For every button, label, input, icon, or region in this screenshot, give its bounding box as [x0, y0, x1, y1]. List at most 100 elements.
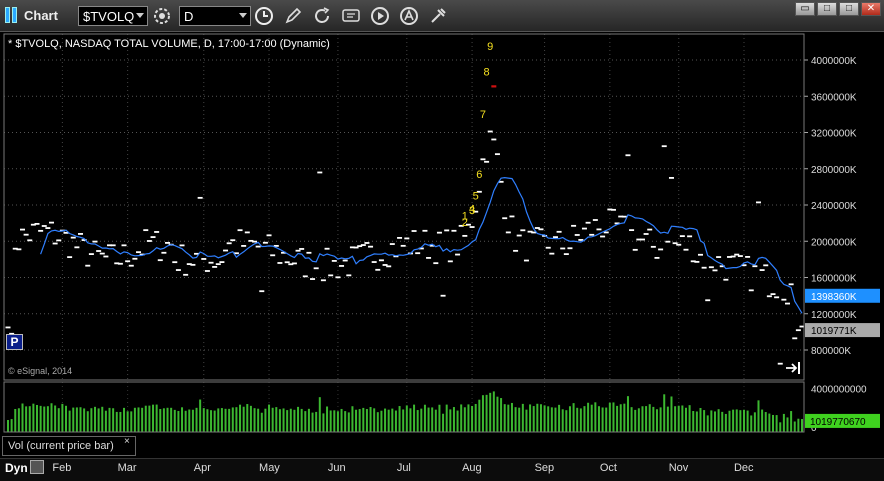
volume-bar	[630, 407, 633, 432]
go-to-end-icon[interactable]	[785, 361, 803, 375]
data-point	[647, 228, 653, 231]
volume-bar	[90, 408, 93, 432]
data-point	[313, 267, 319, 270]
wave-label: 2	[462, 217, 468, 229]
data-point	[759, 269, 765, 271]
volume-bar	[471, 405, 474, 432]
volume-bar	[801, 419, 803, 432]
volume-bar	[173, 409, 176, 432]
volume-bar	[275, 407, 278, 432]
volume-bar	[797, 418, 800, 432]
volume-bar	[68, 410, 71, 432]
volume-bar	[322, 413, 325, 432]
volume-bar	[152, 404, 155, 432]
volume-bar	[597, 406, 600, 432]
volume-bar	[674, 406, 677, 432]
data-point	[41, 225, 47, 227]
volume-bar	[489, 392, 492, 432]
volume-bar	[231, 407, 234, 432]
volume-bar	[264, 408, 267, 432]
volume-bars	[7, 391, 803, 432]
volume-bar	[65, 405, 68, 432]
data-point	[502, 217, 508, 220]
data-point	[596, 228, 602, 231]
price-tag-label: 1398360K	[811, 292, 857, 303]
volume-bar	[297, 406, 300, 432]
data-point	[687, 235, 693, 238]
volume-bar	[510, 402, 513, 432]
data-point	[88, 253, 94, 256]
data-point	[705, 299, 711, 302]
volume-bar	[645, 406, 648, 432]
volume-bar	[133, 407, 136, 432]
data-point	[708, 266, 714, 269]
data-point	[545, 246, 551, 249]
data-point	[237, 229, 243, 232]
data-point	[16, 248, 22, 251]
volume-bar	[699, 407, 702, 432]
volume-bar	[670, 396, 673, 432]
data-point	[571, 224, 577, 227]
volume-bar	[735, 409, 738, 432]
data-point	[712, 269, 718, 272]
volume-study-label: Vol (current price bar)	[8, 440, 114, 452]
data-point	[505, 231, 511, 234]
data-point	[38, 229, 44, 232]
volume-bar	[307, 408, 310, 432]
volume-bar	[706, 415, 709, 432]
data-point	[335, 276, 341, 279]
volume-bar	[550, 407, 553, 432]
volume-bar	[452, 407, 455, 432]
volume-bar	[119, 411, 122, 432]
volume-bar	[561, 409, 564, 432]
data-point	[639, 238, 645, 241]
data-point	[252, 240, 258, 243]
magnifier-icon[interactable]	[30, 460, 44, 474]
volume-bar	[713, 411, 716, 432]
price-chart[interactable]: 123456789 4000000K3600000K3200000K280000…	[0, 0, 884, 481]
volume-bar	[576, 407, 579, 432]
volume-bar	[358, 409, 361, 432]
data-point	[455, 253, 461, 256]
data-point	[67, 256, 73, 259]
data-point	[404, 237, 410, 240]
volume-study-tab[interactable]: Vol (current price bar)	[2, 436, 136, 456]
data-point	[766, 295, 772, 298]
data-point	[774, 296, 780, 299]
volume-bar	[355, 409, 358, 432]
month-label: Oct	[599, 462, 617, 474]
volume-bar	[36, 404, 39, 432]
volume-bar	[496, 396, 499, 432]
data-point	[509, 215, 515, 218]
volume-bar	[43, 406, 46, 432]
volume-bar	[235, 407, 238, 432]
data-point	[179, 244, 185, 247]
volume-bar	[782, 413, 785, 432]
chart-header: * $TVOLQ, NASDAQ TOTAL VOLUME, D, 17:00-…	[8, 38, 330, 50]
data-point	[146, 240, 152, 242]
volume-bar	[253, 408, 256, 432]
volume-bar	[387, 409, 390, 432]
data-point	[34, 222, 40, 225]
dynamic-mode-label[interactable]: Dyn	[5, 461, 28, 475]
volume-bar	[761, 409, 764, 432]
axis-tick-label: 2000000K	[811, 237, 857, 248]
volume-bar	[166, 407, 169, 432]
data-point	[197, 196, 203, 199]
data-point	[480, 158, 486, 161]
volume-bar	[54, 405, 57, 432]
data-point	[215, 263, 221, 266]
volume-bar	[485, 394, 488, 432]
data-point	[317, 171, 323, 174]
volume-bar	[384, 408, 387, 432]
close-icon[interactable]: ×	[124, 436, 130, 447]
data-point	[491, 138, 497, 141]
data-point	[672, 242, 678, 245]
p-marker-button[interactable]: P	[6, 334, 23, 350]
data-point	[291, 262, 297, 265]
volume-bar	[108, 407, 111, 432]
data-point	[244, 231, 250, 234]
data-point	[538, 228, 544, 231]
volume-bar	[210, 410, 213, 432]
data-point	[204, 270, 210, 272]
